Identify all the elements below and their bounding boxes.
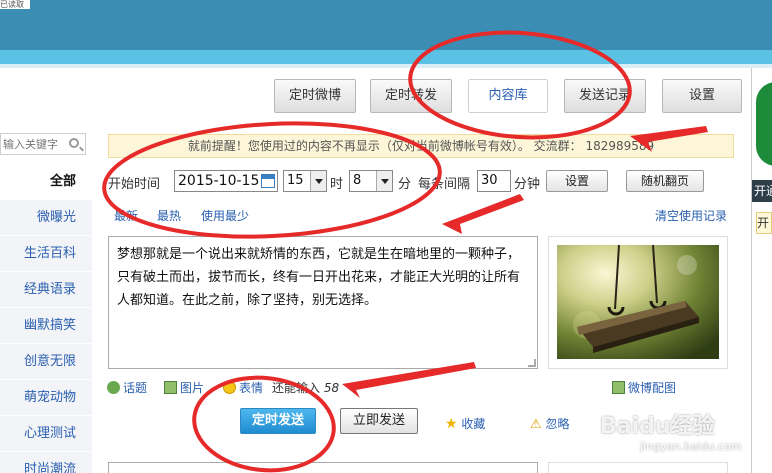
favorite-label: 收藏 xyxy=(461,417,486,431)
schedule-send-button[interactable]: 定时发送 xyxy=(240,408,316,434)
resize-handle-icon[interactable] xyxy=(528,359,536,367)
hour-select[interactable]: 15 xyxy=(283,170,327,192)
content-photo-frame xyxy=(548,236,728,369)
topic-tool[interactable]: 话题 xyxy=(107,379,147,396)
sidebar-item-all[interactable]: 全部 xyxy=(0,164,92,200)
nav-stripe xyxy=(0,50,772,64)
warning-icon: ⚠ xyxy=(530,417,542,432)
date-input[interactable]: 2015-10-15 xyxy=(174,170,278,192)
content-text: 梦想那就是一个说出来就矫情的东西，它就是生在暗地里的一颗种子，只有破土而出，拔节… xyxy=(117,247,521,308)
emoji-label: 表情 xyxy=(239,381,264,395)
date-value: 2015-10-15 xyxy=(178,173,260,189)
start-time-label: 开始时间 xyxy=(108,177,161,192)
minute-unit: 分 xyxy=(398,177,412,192)
favorite-action[interactable]: ★ 收藏 xyxy=(445,415,485,432)
interval-label: 每条间隔 xyxy=(418,177,471,192)
sidebar-item-psych-test[interactable]: 心理测试 xyxy=(0,416,92,452)
ignore-action[interactable]: ⚠ 忽略 xyxy=(530,415,570,432)
next-content-box xyxy=(108,462,538,473)
tab-scheduled-repost[interactable]: 定时转发 xyxy=(370,79,452,113)
image-icon xyxy=(612,381,625,394)
ignore-label: 忽略 xyxy=(545,417,570,431)
sidebar-item-creative[interactable]: 创意无限 xyxy=(0,344,92,380)
chevron-down-icon xyxy=(376,171,392,191)
settings-button[interactable]: 设置 xyxy=(546,170,608,192)
right-tag-dark[interactable]: 开通 xyxy=(752,180,772,202)
tab-send-records[interactable]: 发送记录 xyxy=(564,79,646,113)
image-tool[interactable]: 图片 xyxy=(164,379,204,396)
interval-unit: 分钟 xyxy=(514,177,541,192)
right-tag-yellow[interactable]: 开 xyxy=(756,212,772,234)
tab-settings[interactable]: 设置 xyxy=(662,79,742,113)
chevron-down-icon xyxy=(310,171,326,191)
weibo-image-tool[interactable]: 微博配图 xyxy=(612,379,676,396)
topic-label: 话题 xyxy=(123,381,148,395)
baidu-watermark-url: jingyan.baidu.com xyxy=(640,440,742,453)
hour-unit: 时 xyxy=(330,177,344,192)
search-box xyxy=(0,133,86,155)
remaining-count: 58 xyxy=(323,381,340,395)
right-badge xyxy=(756,82,772,166)
swing-illustration xyxy=(557,245,719,359)
sidebar-item-quotes[interactable]: 经典语录 xyxy=(0,272,92,308)
emoji-icon xyxy=(223,381,236,394)
sort-newest[interactable]: 最新 xyxy=(114,207,138,224)
remaining-counter: 还能输入 58 xyxy=(272,379,339,396)
top-banner: 已读取 xyxy=(0,0,772,50)
sidebar-item-life-tips[interactable]: 生活百科 xyxy=(0,236,92,272)
next-photo-frame xyxy=(548,462,728,473)
sidebar-item-exposure[interactable]: 微曝光 xyxy=(0,200,92,236)
emoji-tool[interactable]: 表情 xyxy=(223,379,263,396)
star-icon: ★ xyxy=(445,416,458,432)
swing-photo[interactable] xyxy=(557,245,719,359)
sort-least-used[interactable]: 使用最少 xyxy=(201,207,249,224)
weibo-image-label: 微博配图 xyxy=(628,381,677,395)
search-input[interactable] xyxy=(1,134,65,154)
hour-value: 15 xyxy=(287,173,304,188)
clear-history-link[interactable]: 清空使用记录 xyxy=(655,207,727,224)
send-now-button[interactable]: 立即发送 xyxy=(340,408,418,434)
sidebar-item-humor[interactable]: 幽默搞笑 xyxy=(0,308,92,344)
image-label: 图片 xyxy=(180,381,205,395)
search-icon[interactable] xyxy=(69,138,79,148)
category-sidebar: 全部 微曝光 生活百科 经典语录 幽默搞笑 创意无限 萌宠动物 心理测试 时尚潮… xyxy=(0,124,92,473)
tab-scheduled-weibo[interactable]: 定时微博 xyxy=(274,79,356,113)
hashtag-icon xyxy=(107,381,120,394)
tab-content-library[interactable]: 内容库 xyxy=(468,79,548,113)
corner-tag: 已读取 xyxy=(0,0,30,9)
notice-banner: 就前提醒！您使用过的内容不再显示（仅对当前微博帐号有效）。 交流群： 18298… xyxy=(108,134,734,158)
minute-select[interactable]: 8 xyxy=(349,170,393,192)
baidu-watermark: Baidu经验 xyxy=(600,414,715,439)
sidebar-item-fashion[interactable]: 时尚潮流 xyxy=(0,452,92,473)
content-textarea[interactable]: 梦想那就是一个说出来就矫情的东西，它就是生在暗地里的一颗种子，只有破土而出，拔节… xyxy=(108,236,538,369)
minute-value: 8 xyxy=(353,173,362,188)
calendar-icon[interactable] xyxy=(261,174,275,188)
sidebar-item-pets[interactable]: 萌宠动物 xyxy=(0,380,92,416)
random-page-button[interactable]: 随机翻页 xyxy=(626,170,704,192)
image-icon xyxy=(164,381,177,394)
interval-input[interactable]: 30 xyxy=(477,170,511,192)
remaining-label: 还能输入 xyxy=(272,381,321,395)
sort-hottest[interactable]: 最热 xyxy=(157,207,181,224)
